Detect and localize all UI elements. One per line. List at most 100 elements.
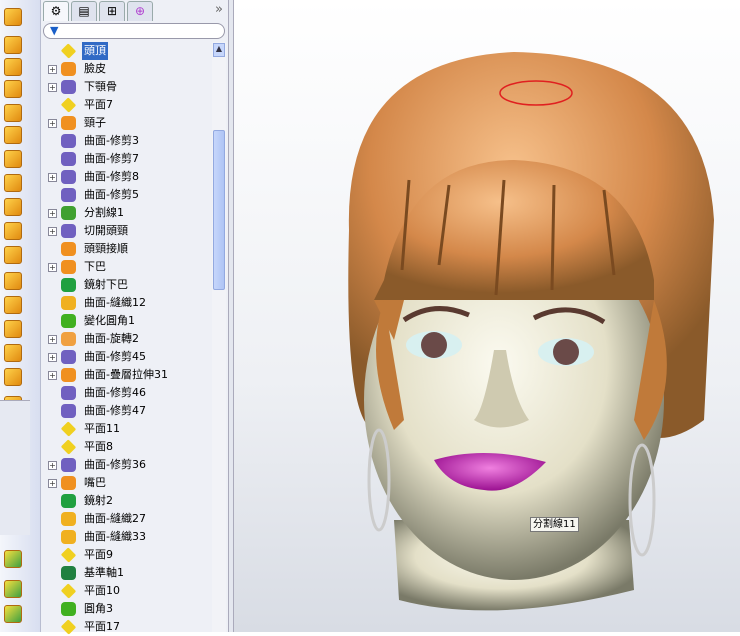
tree-item[interactable]: 頭頂 <box>41 42 211 60</box>
surface-tool-button[interactable] <box>4 104 22 122</box>
tree-item[interactable]: 曲面-縫織27 <box>41 510 211 528</box>
tree-item[interactable]: 曲面-修剪7 <box>41 150 211 168</box>
surface-tool-button[interactable] <box>4 8 22 26</box>
tree-item-label: 下巴 <box>84 260 106 273</box>
surface-tool-button[interactable] <box>4 222 22 240</box>
tree-item-label: 平面8 <box>84 440 113 453</box>
plane-feature-icon <box>60 583 77 599</box>
graphics-viewport[interactable]: 分割線11 <box>234 0 740 632</box>
tree-item[interactable]: 平面9 <box>41 546 211 564</box>
expand-toggle[interactable]: + <box>48 479 57 488</box>
expand-toggle[interactable]: + <box>48 209 57 218</box>
trim-feature-icon <box>61 188 76 202</box>
surface-tool-button[interactable] <box>4 36 22 54</box>
expand-toggle[interactable]: + <box>48 353 57 362</box>
tree-item[interactable]: 曲面-縫織33 <box>41 528 211 546</box>
tree-item[interactable]: 平面7 <box>41 96 211 114</box>
surface-tool-button[interactable] <box>4 368 22 386</box>
surface-tool-button[interactable] <box>4 272 22 290</box>
expand-toggle[interactable]: + <box>48 335 57 344</box>
tree-item[interactable]: 平面11 <box>41 420 211 438</box>
tree-item[interactable]: + 頸子 <box>41 114 211 132</box>
tree-item[interactable]: 頭頸接順 <box>41 240 211 258</box>
knit-feature-icon <box>61 296 76 310</box>
trim-feature-icon <box>61 458 76 472</box>
surface-tool-button[interactable] <box>4 320 22 338</box>
surface-tool-button[interactable] <box>4 246 22 264</box>
expand-toggle[interactable]: + <box>48 263 57 272</box>
tree-item-label: 分割線1 <box>84 206 124 219</box>
surface-tool-button[interactable] <box>4 198 22 216</box>
expand-toggle[interactable]: + <box>48 371 57 380</box>
tree-item[interactable]: 曲面-修剪5 <box>41 186 211 204</box>
plane-feature-icon <box>60 439 77 455</box>
tree-item-label: 平面10 <box>84 584 120 597</box>
tree-item[interactable]: 曲面-修剪47 <box>41 402 211 420</box>
surface-tool-button[interactable] <box>4 126 22 144</box>
tree-item[interactable]: 變化圓角1 <box>41 312 211 330</box>
expand-toggle[interactable]: + <box>48 119 57 128</box>
tree-item[interactable]: + 下巴 <box>41 258 211 276</box>
tree-item[interactable]: + 嘴巴 <box>41 474 211 492</box>
tree-item-label: 變化圓角1 <box>84 314 135 327</box>
tree-item[interactable]: 平面17 <box>41 618 211 636</box>
surface-tool-button[interactable] <box>4 174 22 192</box>
sketch-tool-button[interactable] <box>4 550 22 568</box>
tree-item-label: 下顎骨 <box>84 80 117 93</box>
tree-item[interactable]: 平面8 <box>41 438 211 456</box>
scroll-up-button[interactable]: ▲ <box>213 43 225 57</box>
tree-item[interactable]: 曲面-縫織12 <box>41 294 211 312</box>
tree-item[interactable]: + 臉皮 <box>41 60 211 78</box>
toolbar-secondary <box>0 400 30 535</box>
sketch-tool-button[interactable] <box>4 605 22 623</box>
expand-toggle[interactable]: + <box>48 461 57 470</box>
tree-item-label: 曲面-修剪5 <box>84 188 139 201</box>
tree-item[interactable]: 平面10 <box>41 582 211 600</box>
plane-feature-icon <box>60 97 77 113</box>
split-feature-icon <box>61 206 76 220</box>
expand-toggle[interactable]: + <box>48 227 57 236</box>
tree-item[interactable]: 鏡射2 <box>41 492 211 510</box>
tree-item[interactable]: 鏡射下巴 <box>41 276 211 294</box>
tree-scrollbar[interactable]: ▲ <box>212 42 226 632</box>
tree-item[interactable]: + 分割線1 <box>41 204 211 222</box>
tree-item[interactable]: + 切開頭頸 <box>41 222 211 240</box>
tree-item[interactable]: + 曲面-修剪8 <box>41 168 211 186</box>
surface-tool-button[interactable] <box>4 296 22 314</box>
expand-toggle[interactable]: + <box>48 65 57 74</box>
tree-item[interactable]: + 下顎骨 <box>41 78 211 96</box>
surface-tool-button[interactable] <box>4 58 22 76</box>
split-line-callout: 分割線11 <box>530 517 579 532</box>
head-model <box>348 52 714 611</box>
loft-feature-icon <box>61 476 76 490</box>
tree-item[interactable]: + 曲面-旋轉2 <box>41 330 211 348</box>
plane-feature-icon <box>60 421 77 437</box>
tree-item-label: 曲面-縫織33 <box>84 530 146 543</box>
tree-item[interactable]: 圓角3 <box>41 600 211 618</box>
filter-icon: ▼ <box>50 24 59 37</box>
scroll-thumb[interactable] <box>213 130 225 290</box>
plane-feature-icon <box>60 619 77 635</box>
tree-item[interactable]: + 曲面-疊層拉伸31 <box>41 366 211 384</box>
tree-item[interactable]: + 曲面-修剪45 <box>41 348 211 366</box>
surface-tool-button[interactable] <box>4 344 22 362</box>
tab-feature-manager[interactable]: ⚙ <box>43 1 69 21</box>
tree-item[interactable]: 曲面-修剪3 <box>41 132 211 150</box>
tree-item[interactable]: 基準軸1 <box>41 564 211 582</box>
tab-configuration-manager[interactable]: ⊞ <box>99 1 125 21</box>
tree-item[interactable]: 曲面-修剪46 <box>41 384 211 402</box>
sketch-tool-button[interactable] <box>4 580 22 598</box>
surface-tool-button[interactable] <box>4 150 22 168</box>
loft-feature-icon <box>61 368 76 382</box>
surface-tool-button[interactable] <box>4 80 22 98</box>
expand-toggle[interactable]: + <box>48 173 57 182</box>
tab-dimxpert-manager[interactable]: ⊕ <box>127 1 153 21</box>
tree-filter-input[interactable]: ▼ <box>43 23 225 39</box>
feature-manager-panel: ⚙ ▤ ⊞ ⊕ » ▼ 頭頂 + 臉皮 + 下顎骨 平面7 + 頸子 曲面-修剪3 曲面-修剪7 +… <box>40 0 228 635</box>
expand-toggle[interactable]: + <box>48 83 57 92</box>
tree-item[interactable]: + 曲面-修剪36 <box>41 456 211 474</box>
tree-item-label: 曲面-旋轉2 <box>84 332 139 345</box>
tree-item-label: 平面9 <box>84 548 113 561</box>
more-tabs-button[interactable]: » <box>215 2 223 17</box>
tab-property-manager[interactable]: ▤ <box>71 1 97 21</box>
